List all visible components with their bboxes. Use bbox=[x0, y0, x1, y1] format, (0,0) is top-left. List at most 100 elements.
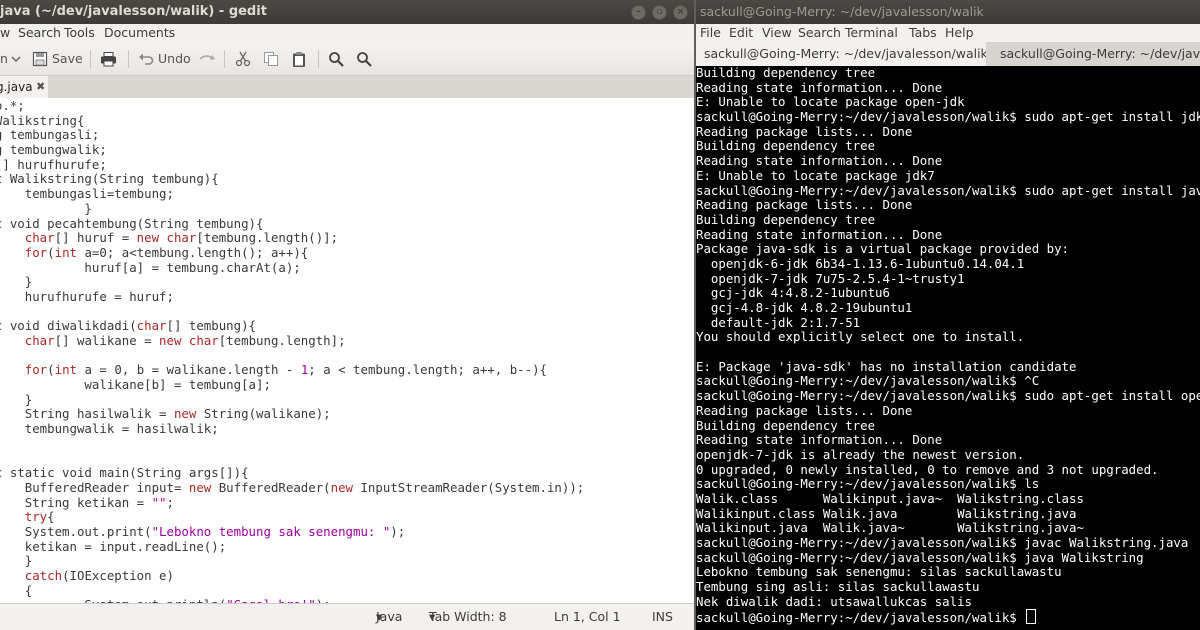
cut-button[interactable] bbox=[235, 48, 251, 70]
code-text: lic void pecahtembung(String tembung){ bbox=[0, 215, 264, 231]
undo-button-label: Undo bbox=[158, 51, 191, 66]
terminal-line: sackull@Going-Merry:~/dev/javalesson/wal… bbox=[696, 373, 1040, 389]
redo-button[interactable] bbox=[198, 48, 216, 70]
code-line: try{ bbox=[0, 509, 584, 525]
terminal-line: Reading package lists... Done bbox=[696, 197, 913, 213]
code-keyword: new bbox=[330, 479, 354, 495]
clipboard-icon bbox=[291, 51, 307, 68]
toolbar-separator bbox=[90, 50, 91, 68]
terminal-tab-label: sackull@Going-Merry: ~/dev/javalesson bbox=[1000, 46, 1200, 61]
code-line: String ketikan = ""; bbox=[0, 495, 584, 511]
code-text: huruf[a] = tembung.charAt(a); bbox=[0, 259, 301, 275]
code-line: catch(IOException e) bbox=[0, 568, 584, 584]
terminal-line: default-jdk 2:1.7-51 bbox=[696, 314, 861, 330]
terminal-line: sackull@Going-Merry:~/dev/javalesson/wal… bbox=[696, 109, 1200, 125]
menu-tabs[interactable]: Tabs bbox=[909, 24, 937, 42]
code-line: s Walikstring{ bbox=[0, 112, 584, 129]
terminal-line: Reading state information... Done bbox=[696, 432, 943, 448]
menu-help[interactable]: Help bbox=[945, 24, 974, 42]
code-text: lic Walikstring(String tembung){ bbox=[0, 171, 219, 187]
menu-search[interactable]: Search bbox=[18, 24, 61, 42]
insert-mode: INS bbox=[652, 609, 673, 624]
terminal-tab-bar: sackull@Going-Merry: ~/dev/javalesson/wa… bbox=[696, 42, 1200, 66]
code-text: s Walikstring{ bbox=[0, 112, 85, 128]
code-text: hurufhurufe = huruf; bbox=[24, 288, 174, 304]
print-button[interactable] bbox=[100, 48, 117, 70]
replace-button[interactable] bbox=[356, 48, 372, 70]
minimize-icon[interactable]: – bbox=[631, 5, 646, 20]
code-keyword: try bbox=[24, 509, 48, 525]
code-line: char[] huruf = new char[tembung.length()… bbox=[0, 230, 584, 246]
terminal-line: Building dependency tree bbox=[696, 138, 876, 154]
terminal-screen[interactable]: Building dependency tree Reading state in… bbox=[696, 66, 1200, 630]
code-line: String hasilwalik = new String(walikane)… bbox=[0, 407, 584, 422]
code-keyword: new char bbox=[159, 333, 219, 348]
code-line: tembungasli=tembung; bbox=[0, 186, 584, 202]
code-text: [] tembung){ bbox=[166, 318, 257, 334]
code-text: } bbox=[84, 200, 92, 216]
open-dropdown-icon[interactable] bbox=[11, 48, 21, 70]
code-text: } bbox=[24, 553, 33, 569]
close-tab-icon[interactable]: ✖ bbox=[36, 76, 45, 98]
terminal-line: Walik.class Walikinput.java~ Walikstring… bbox=[696, 490, 1084, 506]
undo-button[interactable]: Undo bbox=[138, 48, 191, 70]
code-line: for(int a=0; a<tembung.length(); a++){ bbox=[0, 245, 584, 261]
copy-icon bbox=[263, 51, 279, 67]
maximize-icon[interactable]: ▫ bbox=[652, 5, 667, 20]
code-line: lic Walikstring(String tembung){ bbox=[0, 172, 584, 187]
code-editor[interactable]: .io.*;s Walikstring{ing tembungasli;ing … bbox=[0, 98, 694, 603]
menu-edit[interactable]: Edit bbox=[729, 24, 753, 42]
menu-terminal[interactable]: Terminal bbox=[845, 24, 898, 42]
chevron-down-icon: ▾ bbox=[429, 609, 436, 624]
terminal-line: Reading state information... Done bbox=[696, 79, 943, 95]
toolbar-separator bbox=[224, 50, 225, 68]
save-button[interactable]: Save bbox=[32, 48, 83, 70]
code-text: (IOException e) bbox=[62, 568, 174, 583]
code-text: ing tembungwalik; bbox=[0, 142, 107, 158]
terminal-titlebar[interactable]: sackull@Going-Merry: ~/dev/javalesson/wa… bbox=[696, 0, 1200, 24]
code-line: } bbox=[0, 200, 584, 217]
code-keyword: char bbox=[24, 230, 55, 246]
code-text: ; a < tembung.length; a++, b--){ bbox=[308, 362, 547, 378]
terminal-line: gcj-jdk 4:4.8.2-1ubuntu6 bbox=[696, 285, 890, 301]
menu-search[interactable]: Search bbox=[798, 24, 841, 42]
code-keyword: new bbox=[188, 479, 212, 495]
code-content: .io.*;s Walikstring{ing tembungasli;ing … bbox=[0, 98, 584, 603]
code-text: ar[] hurufhurufe; bbox=[0, 156, 107, 172]
terminal-line: Tembung sing asli: silas sackullawastu bbox=[696, 579, 980, 595]
code-line: ar[] hurufhurufe; bbox=[0, 156, 584, 173]
gedit-menubar: w Search Tools Documents bbox=[0, 24, 694, 42]
code-line: ing tembungwalik; bbox=[0, 142, 584, 158]
terminal-tab-walik[interactable]: sackull@Going-Merry: ~/dev/javalesson/wa… bbox=[696, 42, 986, 66]
code-line: ketikan = input.readLine(); bbox=[0, 539, 584, 555]
code-keyword: int bbox=[54, 362, 78, 378]
paste-button[interactable] bbox=[291, 48, 307, 70]
open-button[interactable]: n bbox=[0, 48, 8, 70]
open-button-label: n bbox=[0, 51, 8, 66]
menu-view[interactable]: w bbox=[0, 24, 10, 42]
code-text: [tembung.length()]; bbox=[196, 230, 339, 246]
menu-documents[interactable]: Documents bbox=[104, 24, 175, 42]
window-controls: – ▫ × bbox=[631, 5, 688, 20]
code-line: ing tembungasli; bbox=[0, 128, 584, 143]
terminal-tab-javalesson[interactable]: sackull@Going-Merry: ~/dev/javalesson bbox=[992, 42, 1200, 66]
code-text: String hasilwalik = bbox=[24, 406, 167, 422]
code-line: huruf[a] = tembung.charAt(a); bbox=[0, 259, 584, 276]
code-text: } bbox=[24, 391, 33, 407]
menu-view[interactable]: View bbox=[762, 24, 792, 42]
menu-tools[interactable]: Tools bbox=[64, 24, 95, 42]
close-icon[interactable]: × bbox=[673, 5, 688, 20]
copy-button[interactable] bbox=[263, 48, 279, 70]
document-tab[interactable]: g.java ✖ bbox=[0, 76, 48, 98]
code-text: { bbox=[24, 582, 33, 598]
find-button[interactable] bbox=[328, 48, 344, 70]
terminal-line: Nek diwalik dadi: utsawallukcas salis bbox=[696, 593, 973, 609]
menu-file[interactable]: File bbox=[700, 24, 721, 42]
code-text: String(walikane); bbox=[196, 406, 331, 422]
gedit-titlebar[interactable]: java (~/dev/javalesson/walik) - gedit – … bbox=[0, 0, 694, 24]
code-text: walikane[b] = tembung[a]; bbox=[0, 377, 271, 393]
code-text: BufferedReader input= bbox=[0, 479, 189, 495]
cursor-position: Ln 1, Col 1 bbox=[554, 609, 621, 624]
